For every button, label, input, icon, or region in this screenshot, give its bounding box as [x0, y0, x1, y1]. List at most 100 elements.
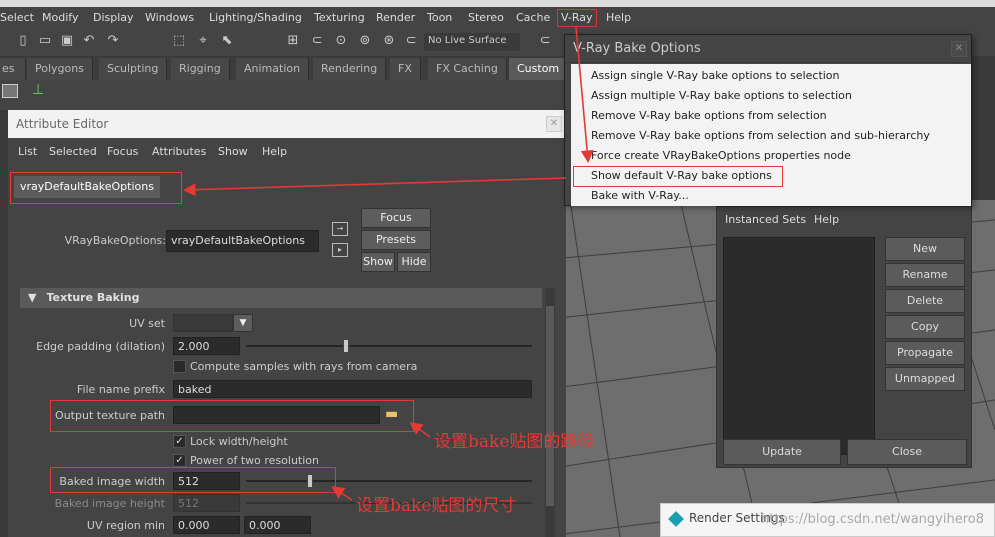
undo-icon[interactable]: ↶	[80, 32, 98, 50]
tab-animation[interactable]: Animation	[236, 58, 310, 80]
snap-curve-icon[interactable]: ⊂	[308, 32, 326, 50]
select-tool-icon[interactable]: ⬚	[170, 32, 188, 50]
section-texture-baking[interactable]: ▼ Texture Baking	[20, 288, 542, 308]
close-icon[interactable]: ✕	[951, 41, 967, 57]
update-button[interactable]: Update	[723, 439, 841, 465]
ae-menu-help[interactable]: Help	[262, 145, 287, 158]
unmapped-set-button[interactable]: Unmapped	[885, 367, 965, 391]
menu-item-assign-single[interactable]: Assign single V-Ray bake options to sele…	[591, 69, 840, 82]
close-button[interactable]: Close	[847, 439, 967, 465]
highlight-box-show-default	[573, 166, 783, 187]
focus-button[interactable]: Focus	[361, 208, 431, 228]
copy-set-button[interactable]: Copy	[885, 315, 965, 339]
compute-samples-checkbox[interactable]	[173, 360, 186, 373]
chevron-down-icon[interactable]: ▼	[233, 314, 253, 332]
snap-view-icon[interactable]: ⊚	[356, 32, 374, 50]
main-menubar: Select Modify Display Windows Lighting/S…	[0, 7, 995, 29]
edge-padding-slider[interactable]	[246, 345, 532, 347]
menu-item-force-create[interactable]: Force create VRayBakeOptions properties …	[591, 149, 851, 162]
snap-surface-icon[interactable]: ⊛	[380, 32, 398, 50]
menu-vray[interactable]: V-Ray	[557, 9, 597, 27]
watermark-url: https://blog.csdn.net/wangyihero8	[761, 512, 984, 527]
live-surface-field[interactable]: No Live Surface	[424, 33, 520, 51]
menu-item-remove-hierarchy[interactable]: Remove V-Ray bake options from selection…	[591, 129, 930, 142]
render-settings-icon	[668, 511, 684, 527]
menu-item-remove[interactable]: Remove V-Ray bake options from selection	[591, 109, 827, 122]
power-two-checkbox[interactable]: ✓	[173, 454, 186, 467]
open-scene-icon[interactable]: ▭	[36, 32, 54, 50]
lock-wh-checkbox[interactable]: ✓	[173, 435, 186, 448]
tab-shelf-partial[interactable]: es	[0, 58, 26, 80]
lasso-tool-icon[interactable]: ⌖	[194, 32, 212, 50]
tab-rigging[interactable]: Rigging	[171, 58, 230, 80]
attribute-editor-scrollbar[interactable]	[545, 288, 555, 537]
menu-help[interactable]: Help	[606, 11, 631, 24]
uv-set-dropdown[interactable]	[173, 314, 233, 332]
live-surface-icon[interactable]: ⊂	[402, 32, 420, 50]
uv-region-v-field[interactable]: 0.000	[244, 516, 311, 534]
redo-icon[interactable]: ↷	[104, 32, 122, 50]
annotation-path-note: 设置bake贴图的路径	[434, 432, 595, 452]
edge-padding-label: Edge padding (dilation)	[36, 340, 165, 353]
tab-rendering[interactable]: Rendering	[313, 58, 387, 80]
edge-padding-field[interactable]: 2.000	[173, 337, 240, 355]
ae-menu-selected[interactable]: Selected	[49, 145, 97, 158]
uv-region-u-field[interactable]: 0.000	[173, 516, 240, 534]
menu-lighting-shading[interactable]: Lighting/Shading	[209, 11, 302, 24]
menu-item-assign-multiple[interactable]: Assign multiple V-Ray bake options to se…	[591, 89, 852, 102]
rename-set-button[interactable]: Rename	[885, 263, 965, 287]
snap-point-icon[interactable]: ⊙	[332, 32, 350, 50]
menu-select[interactable]: Select	[0, 11, 34, 24]
tab-fx[interactable]: FX	[390, 58, 421, 80]
tab-polygons[interactable]: Polygons	[27, 58, 93, 80]
snap-grid-icon[interactable]: ⊞	[284, 32, 302, 50]
scrollbar-thumb[interactable]	[546, 306, 554, 506]
ae-menu-attributes[interactable]: Attributes	[152, 145, 206, 158]
highlight-box-output-path	[50, 400, 414, 432]
lock-wh-label: Lock width/height	[190, 435, 288, 448]
menu-modify[interactable]: Modify	[42, 11, 78, 24]
presets-button[interactable]: Presets	[361, 230, 431, 250]
menu-windows[interactable]: Windows	[145, 11, 194, 24]
sets-list[interactable]	[723, 237, 875, 455]
axis-icon[interactable]: ⊥	[32, 82, 50, 102]
file-prefix-field[interactable]: baked	[173, 380, 532, 398]
select-node-icon[interactable]: →	[332, 222, 348, 236]
hide-button[interactable]: Hide	[397, 252, 431, 272]
render-settings-window[interactable]: Render Settings https://blog.csdn.net/wa…	[660, 503, 995, 537]
menu-cache[interactable]: Cache	[516, 11, 550, 24]
sets-menu-help[interactable]: Help	[814, 213, 839, 226]
tab-custom[interactable]: Custom	[509, 58, 569, 80]
shelf-item-icon[interactable]	[2, 84, 18, 98]
menu-toon[interactable]: Toon	[427, 11, 452, 24]
menu-stereo[interactable]: Stereo	[468, 11, 504, 24]
menu-texturing[interactable]: Texturing	[314, 11, 365, 24]
section-title: Texture Baking	[46, 291, 140, 304]
paint-select-icon[interactable]: ⬉	[218, 32, 236, 50]
menu-display[interactable]: Display	[93, 11, 134, 24]
show-button[interactable]: Show	[361, 252, 395, 272]
save-scene-icon[interactable]: ▣	[58, 32, 76, 50]
attribute-editor-window: Attribute Editor ✕ List Selected Focus A…	[8, 110, 566, 537]
edge-padding-slider-thumb[interactable]	[343, 339, 350, 353]
menu-render[interactable]: Render	[376, 11, 415, 24]
close-icon[interactable]: ✕	[546, 116, 562, 132]
collapse-triangle-icon: ▼	[28, 291, 37, 304]
compute-samples-label: Compute samples with rays from camera	[190, 360, 418, 373]
tab-fx-caching[interactable]: FX Caching	[428, 58, 507, 80]
new-scene-icon[interactable]: ▯	[14, 32, 32, 50]
ae-menu-focus[interactable]: Focus	[107, 145, 138, 158]
propagate-set-button[interactable]: Propagate	[885, 341, 965, 365]
tab-sculpting[interactable]: Sculpting	[99, 58, 168, 80]
node-name-field[interactable]: vrayDefaultBakeOptions	[166, 230, 319, 252]
baked-height-field: 512	[173, 494, 240, 512]
menu-item-bake-with-vray[interactable]: Bake with V-Ray...	[591, 189, 689, 202]
ae-menu-list[interactable]: List	[18, 145, 37, 158]
baked-height-label: Baked image height	[54, 497, 165, 510]
sets-menu-instanced-sets[interactable]: Instanced Sets	[725, 213, 806, 226]
ae-menu-show[interactable]: Show	[218, 145, 248, 158]
new-set-button[interactable]: New	[885, 237, 965, 261]
go-output-icon[interactable]: ▸	[332, 243, 348, 257]
history-icon[interactable]: ⊂	[536, 32, 554, 50]
delete-set-button[interactable]: Delete	[885, 289, 965, 313]
